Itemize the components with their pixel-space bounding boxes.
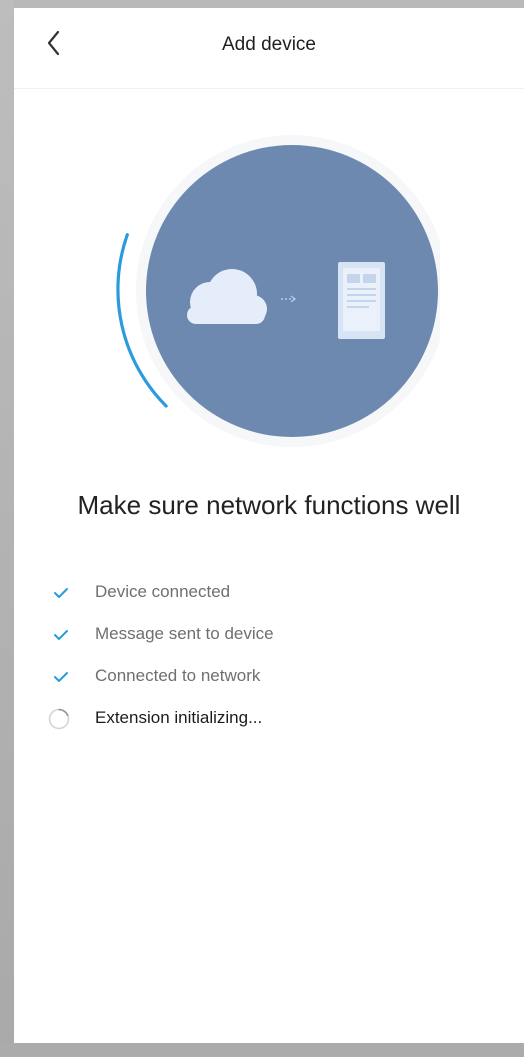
step-label: Device connected [95,582,231,601]
frame-bottom [0,1043,524,1057]
illustration-circle [146,145,438,437]
setup-step-list: Device connected Message sent to device … [48,580,508,748]
header-bar: Add device [14,8,524,89]
step-label: Connected to network [95,666,261,685]
step-label: Extension initializing... [95,708,263,727]
step-message-sent: Message sent to device [48,622,508,664]
frame-top [0,0,524,8]
app-screen: Add device Make sure network functions w… [14,8,524,1043]
step-device-connected: Device connected [48,580,508,622]
phone-document-icon [338,262,385,339]
check-icon [54,672,68,682]
loading-spinner-icon [48,708,70,730]
step-label: Message sent to device [95,624,274,643]
frame-left [0,0,14,1057]
page-title: Add device [221,34,316,55]
check-icon [54,588,68,598]
step-extension-initializing: Extension initializing... [48,706,508,748]
step-connected-to-network: Connected to network [48,664,508,706]
check-icon [54,630,68,640]
status-headline: Make sure network functions well [77,490,461,520]
connection-illustration [110,126,448,456]
